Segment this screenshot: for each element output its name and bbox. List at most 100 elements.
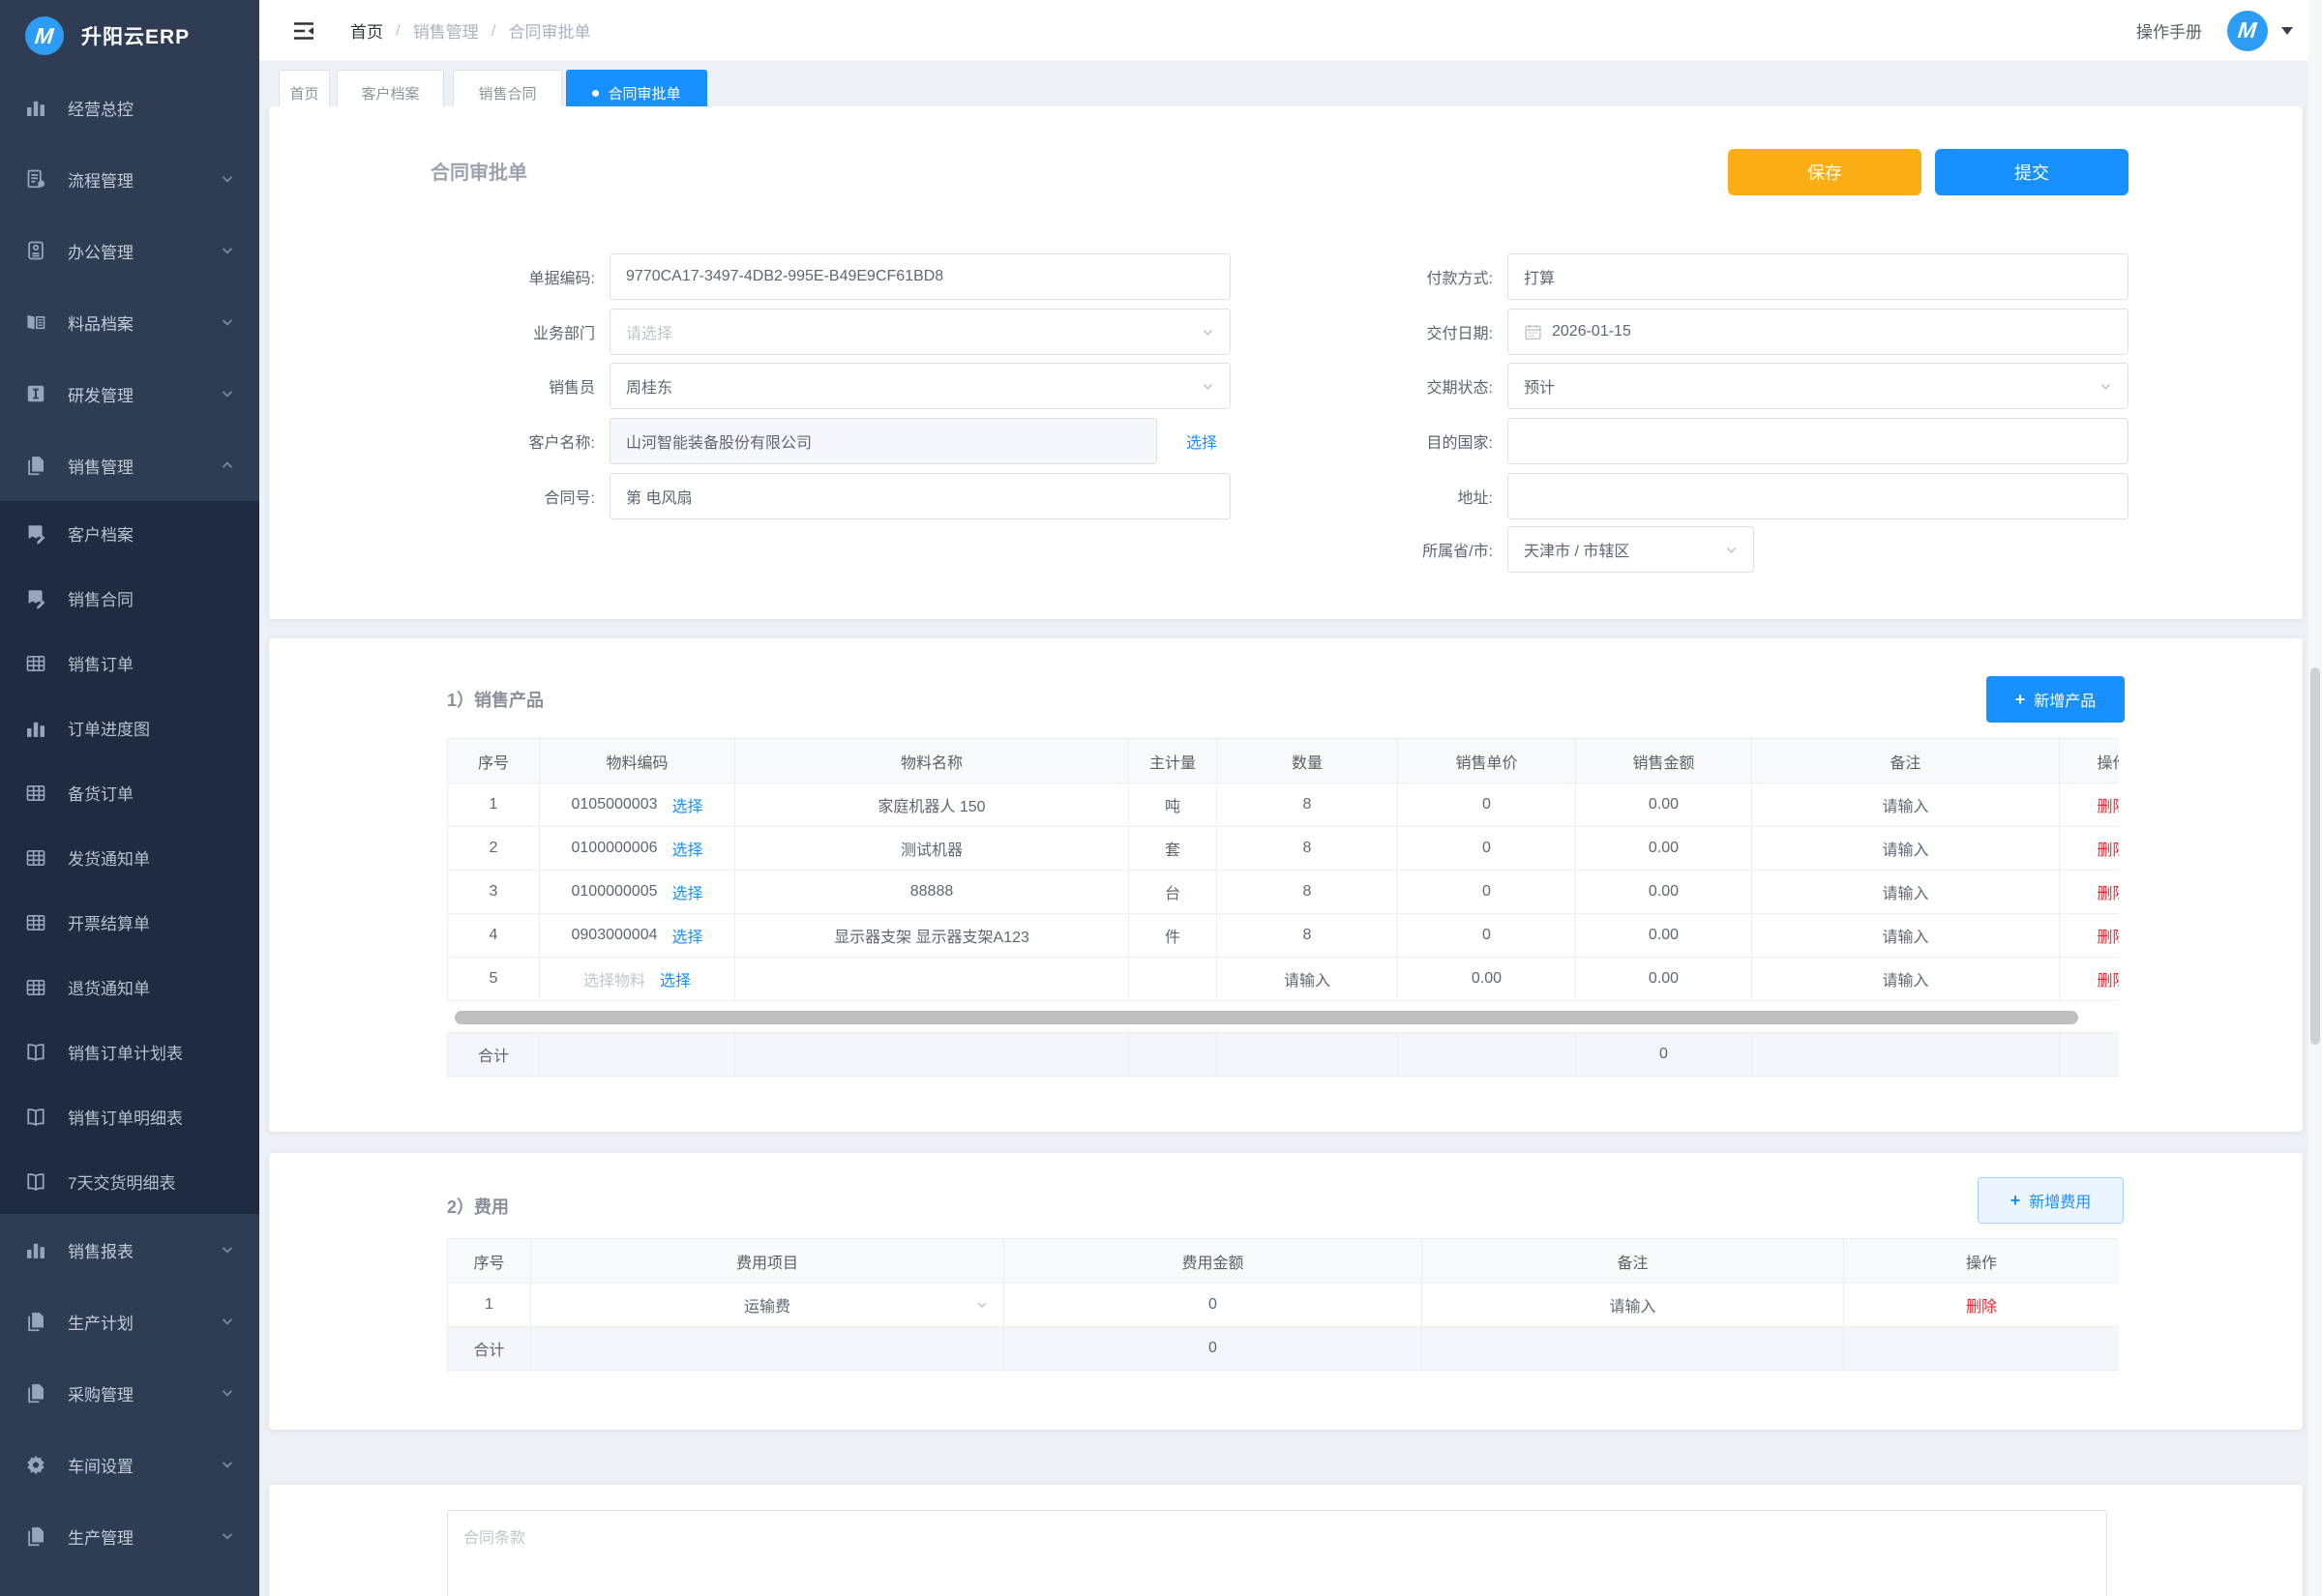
cell-remark-input[interactable]: 请输入 [1752,783,2060,827]
breadcrumb-item[interactable]: 销售管理 [413,18,479,43]
cell-remark-input[interactable]: 请输入 [1752,914,2060,958]
tab-客户档案[interactable]: 客户档案 [337,70,444,106]
select-material-link[interactable]: 选择 [660,967,691,990]
submit-button[interactable]: 提交 [1935,149,2128,195]
sidebar-item-sales-report[interactable]: 销售报表 [0,1214,259,1286]
sidebar-item-shipping-notice[interactable]: 发货通知单 [0,825,259,890]
select-material-link[interactable]: 选择 [671,880,702,903]
total-empty [1844,1327,2120,1371]
field-input-destination-country[interactable] [1507,418,2128,464]
user-avatar[interactable]: M [2227,11,2268,51]
sidebar-item-sales-management[interactable]: 销售管理 [0,429,259,501]
user-menu-caret-icon[interactable] [2281,27,2293,35]
pages-icon [25,1382,46,1404]
field-label-address: 地址: [1295,485,1493,508]
breadcrumb-separator: / [396,21,401,41]
sidebar-item-production-plan[interactable]: 生产计划 [0,1286,259,1357]
cell-material-name: 显示器支架 显示器支架A123 [735,914,1129,958]
total-empty [531,1327,1004,1371]
sidebar-item-label: 销售订单 [68,651,234,675]
save-button[interactable]: 保存 [1728,149,1921,195]
sidebar-item-sales-contract[interactable]: 销售合同 [0,566,259,631]
field-input-delivery-status[interactable]: 预计 [1507,363,2128,409]
add-fee-button[interactable]: + 新增费用 [1978,1177,2124,1224]
sidebar-item-production-management[interactable]: 生产管理 [0,1500,259,1572]
products-hscrollbar-thumb[interactable] [455,1011,2078,1024]
delete-row-link[interactable]: 删除 [2097,973,2119,990]
contract-terms-textarea[interactable]: 合同条款 [447,1510,2107,1596]
cell-fee-item-select[interactable]: 运输费 [531,1284,1004,1327]
breadcrumb-item: 合同审批单 [508,18,590,43]
sidebar-item-rd-management[interactable]: 研发管理 [0,358,259,429]
sidebar-item-business-overview[interactable]: 经营总控 [0,72,259,143]
sidebar-item-office-management[interactable]: 办公管理 [0,215,259,286]
products-hscrollbar [447,1007,2119,1028]
sidebar-item-delivery-7day-detail[interactable]: 7天交货明细表 [0,1149,259,1214]
tab-合同审批单[interactable]: 合同审批单 [566,70,707,106]
field-input-customer-name[interactable]: 山河智能装备股份有限公司 [610,418,1157,464]
cell-remark-input[interactable]: 请输入 [1752,871,2060,914]
sidebar-item-sales-order-detail[interactable]: 销售订单明细表 [0,1084,259,1149]
bar-chart-icon [25,1239,46,1260]
page-vscrollbar-thumb[interactable] [2310,667,2320,1045]
cell-remark-input[interactable]: 请输入 [1752,958,2060,1001]
sidebar-item-process-management[interactable]: 流程管理 [0,143,259,215]
total-empty [1129,1033,1217,1077]
select-material-link[interactable]: 选择 [671,924,702,947]
tab-label: 销售合同 [478,83,536,103]
app-logo[interactable]: M 升阳云ERP [0,0,259,72]
delete-row-link[interactable]: 删除 [1966,1299,1997,1315]
field-label-delivery-date: 交付日期: [1295,320,1493,343]
field-label-province-city: 所属省/市: [1295,538,1493,561]
field-label-contract-no: 合同号: [397,485,595,508]
field-input-address[interactable] [1507,473,2128,519]
field-input-salesperson[interactable]: 周桂东 [610,363,1231,409]
manual-link[interactable]: 操作手册 [2136,18,2202,43]
delete-row-link[interactable]: 删除 [2097,799,2119,815]
sidebar-item-sales-order[interactable]: 销售订单 [0,631,259,695]
field-link-customer-name[interactable]: 选择 [1186,429,1217,453]
sidebar-item-return-notice[interactable]: 退货通知单 [0,955,259,1020]
sidebar-item-workshop-settings[interactable]: 车间设置 [0,1429,259,1500]
sidebar-item-purchase-management[interactable]: 采购管理 [0,1357,259,1429]
sidebar-item-material-archive[interactable]: 料品档案 [0,286,259,358]
breadcrumb-item[interactable]: 首页 [350,18,383,43]
sidebar-item-sales-order-plan[interactable]: 销售订单计划表 [0,1020,259,1084]
cell-remark-input[interactable]: 请输入 [1422,1284,1844,1327]
material-code-wrap: 0100000006选择 [572,837,703,860]
contract-terms-card: 合同条款 [269,1485,2303,1596]
sidebar: M 升阳云ERP 经营总控流程管理办公管理料品档案研发管理销售管理客户档案销售合… [0,0,259,1596]
cell-price: 0.00 [1398,958,1576,1001]
tab-首页[interactable]: 首页 [279,70,330,106]
gear-icon [25,1454,46,1475]
field-input-province-city[interactable]: 天津市 / 市辖区 [1507,526,1754,573]
total-empty [735,1033,1129,1077]
field-input-contract-no[interactable]: 第 电风扇 [610,473,1231,519]
delete-row-link[interactable]: 删除 [2097,886,2119,902]
sidebar-item-label: 7天交货明细表 [68,1169,234,1194]
cell-qty[interactable]: 请输入 [1217,958,1398,1001]
sidebar-item-processing-workshop[interactable]: 加工车间 [0,1572,259,1596]
menu-fold-icon[interactable] [290,17,317,44]
cell-remark-input[interactable]: 请输入 [1752,827,2060,871]
select-material-link[interactable]: 选择 [671,837,702,860]
delete-row-link[interactable]: 删除 [2097,930,2119,946]
total-empty [2060,1033,2120,1077]
field-input-delivery-date[interactable]: 2026-01-15 [1507,309,2128,355]
sidebar-item-customer-archive[interactable]: 客户档案 [0,501,259,566]
delete-row-link[interactable]: 删除 [2097,842,2119,859]
select-material-link[interactable]: 选择 [671,793,702,816]
field-input-doc-code[interactable]: 9770CA17-3497-4DB2-995E-B49E9CF61BD8 [610,253,1231,300]
chevron-down-icon [221,1529,234,1543]
field-input-business-dept[interactable]: 请选择 [610,309,1231,355]
sidebar-item-order-progress-chart[interactable]: 订单进度图 [0,695,259,760]
sidebar-menu: 经营总控流程管理办公管理料品档案研发管理销售管理客户档案销售合同销售订单订单进度… [0,72,259,1596]
field-label-business-dept: 业务部门 [397,320,595,343]
field-input-payment-method[interactable]: 打算 [1507,253,2128,300]
sidebar-item-invoice-settlement[interactable]: 开票结算单 [0,890,259,955]
add-product-button[interactable]: + 新增产品 [1986,676,2125,723]
material-code-wrap: 选择物料选择 [583,967,691,990]
sidebar-item-stock-order[interactable]: 备货订单 [0,760,259,825]
tab-销售合同[interactable]: 销售合同 [453,70,562,106]
cell-unit: 台 [1129,871,1217,914]
